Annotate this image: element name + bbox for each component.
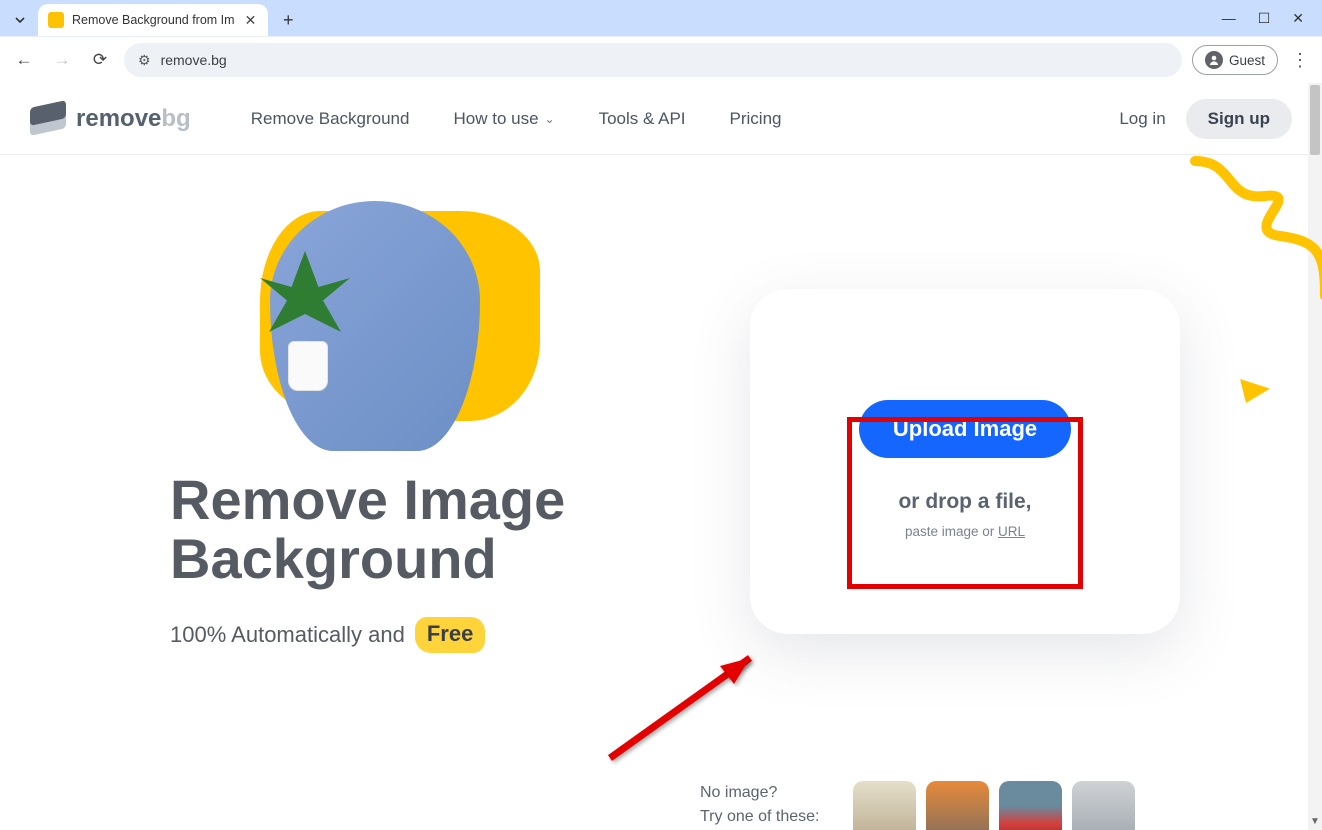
- site-header: removebg Remove Background How to use ⌄ T…: [0, 83, 1322, 155]
- maximize-button[interactable]: ☐: [1258, 10, 1271, 27]
- browser-menu-button[interactable]: ⋮: [1288, 50, 1312, 71]
- reload-button[interactable]: ⟳: [86, 46, 114, 74]
- nav-label: Tools & API: [599, 109, 686, 129]
- site-controls-icon[interactable]: ⚙: [138, 52, 151, 69]
- sample-images-row: No image? Try one of these:: [700, 781, 1135, 830]
- annotation-highlight-box: [847, 417, 1083, 589]
- tab-favicon: [48, 12, 64, 28]
- squiggle-decoration: [1190, 151, 1322, 351]
- close-window-button[interactable]: ✕: [1292, 10, 1304, 27]
- chevron-down-icon: ⌄: [545, 112, 555, 126]
- address-bar[interactable]: ⚙ remove.bg: [124, 43, 1182, 77]
- hero-headline: Remove Image Background: [170, 471, 710, 589]
- window-controls: — ☐ ✕: [1222, 0, 1322, 36]
- logo-text-remove: remove: [76, 105, 161, 132]
- logo-text-bg: bg: [161, 105, 190, 132]
- nav-pricing[interactable]: Pricing: [730, 109, 782, 129]
- sample-thumbs: [853, 781, 1135, 830]
- nav-label: Remove Background: [251, 109, 410, 129]
- triangle-decoration: [1240, 379, 1270, 403]
- new-tab-button[interactable]: +: [274, 6, 302, 34]
- annotation-arrow: [600, 638, 780, 768]
- scrollbar-down-arrow[interactable]: ▼: [1310, 816, 1320, 828]
- logo[interactable]: removebg: [30, 104, 191, 134]
- samples-line-1: No image?: [700, 784, 777, 801]
- sample-thumb-1[interactable]: [853, 781, 916, 830]
- logo-text: removebg: [76, 105, 191, 133]
- scrollbar-thumb[interactable]: [1310, 85, 1320, 155]
- profile-chip[interactable]: Guest: [1192, 45, 1278, 75]
- upload-card[interactable]: Upload Image or drop a file, paste image…: [750, 289, 1180, 634]
- signup-button[interactable]: Sign up: [1186, 99, 1292, 139]
- hero-right: Upload Image or drop a file, paste image…: [750, 191, 1250, 653]
- tab-strip: Remove Background from Im ✕ + — ☐ ✕: [0, 0, 1322, 36]
- sample-thumb-4[interactable]: [1072, 781, 1135, 830]
- sample-thumb-3[interactable]: [999, 781, 1062, 830]
- sample-thumb-2[interactable]: [926, 781, 989, 830]
- main-nav: Remove Background How to use ⌄ Tools & AP…: [251, 109, 782, 129]
- toolbar: ← → ⟳ ⚙ remove.bg Guest ⋮: [0, 36, 1322, 83]
- hero-left: Remove Image Background 100% Automatical…: [170, 191, 710, 653]
- free-badge: Free: [415, 617, 485, 653]
- browser-tab[interactable]: Remove Background from Im ✕: [38, 4, 268, 36]
- back-button[interactable]: ←: [10, 46, 38, 74]
- nav-label: How to use: [453, 109, 538, 129]
- hero-illustration: [210, 191, 540, 451]
- headline-line-1: Remove Image: [170, 468, 565, 531]
- samples-label: No image? Try one of these:: [700, 781, 830, 829]
- guest-avatar-icon: [1205, 51, 1223, 69]
- nav-label: Pricing: [730, 109, 782, 129]
- auth-controls: Log in Sign up: [1119, 99, 1292, 139]
- minimize-button[interactable]: —: [1222, 10, 1236, 26]
- nav-remove-background[interactable]: Remove Background: [251, 109, 410, 129]
- nav-tools-api[interactable]: Tools & API: [599, 109, 686, 129]
- profile-label: Guest: [1229, 53, 1265, 68]
- hero-subline: 100% Automatically and Free: [170, 617, 710, 653]
- forward-button[interactable]: →: [48, 46, 76, 74]
- browser-chrome: Remove Background from Im ✕ + — ☐ ✕ ← → …: [0, 0, 1322, 83]
- logo-mark-icon: [30, 104, 66, 134]
- url-text: remove.bg: [161, 52, 227, 68]
- tab-title: Remove Background from Im: [72, 13, 235, 27]
- tablist-dropdown-button[interactable]: [8, 8, 32, 32]
- tab-close-button[interactable]: ✕: [243, 12, 259, 29]
- samples-line-2: Try one of these:: [700, 808, 819, 825]
- hero-section: Remove Image Background 100% Automatical…: [0, 155, 1322, 653]
- nav-how-to-use[interactable]: How to use ⌄: [453, 109, 554, 129]
- headline-line-2: Background: [170, 527, 497, 590]
- login-link[interactable]: Log in: [1119, 109, 1165, 129]
- subline-prefix: 100% Automatically and: [170, 622, 405, 648]
- page-body: ▼ removebg Remove Background How to use ⌄…: [0, 83, 1322, 830]
